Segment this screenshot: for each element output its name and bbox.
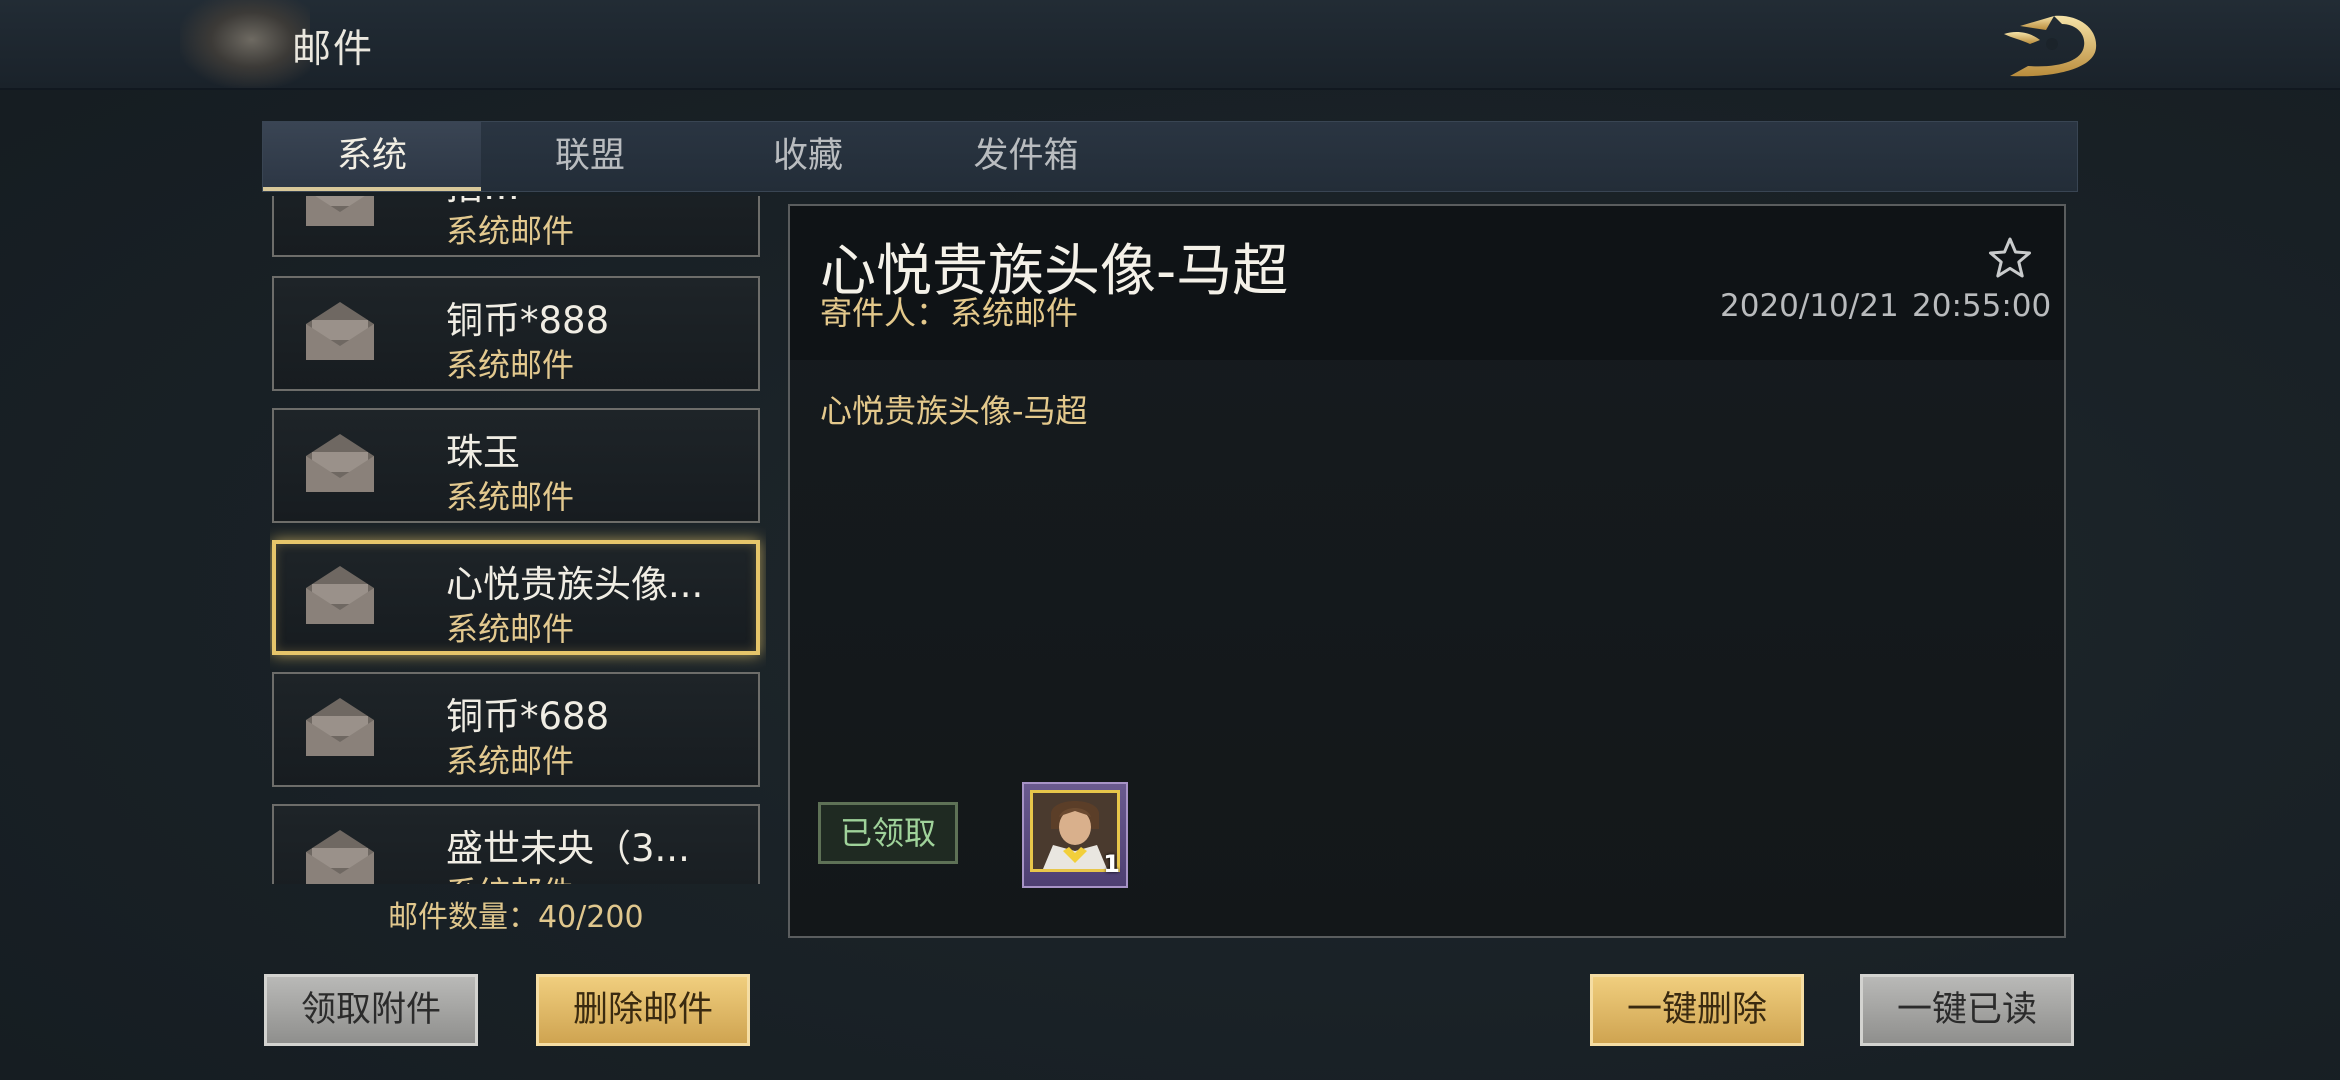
envelope-icon <box>306 566 374 624</box>
mail-list-item[interactable]: 铜币*888 系统邮件 <box>272 276 760 391</box>
mail-detail-header: 心悦贵族头像-马超 寄件人： 系统邮件 2020/10/21 20:55:00 <box>790 206 2064 360</box>
reward-count: 1 <box>1103 850 1120 878</box>
star-icon[interactable] <box>1988 236 2032 280</box>
envelope-icon <box>306 830 374 884</box>
reward-item[interactable]: 1 <box>1022 782 1128 888</box>
mail-body-text: 心悦贵族头像-马超 <box>820 392 1088 430</box>
claim-attachments-button[interactable]: 领取附件 <box>264 974 478 1046</box>
mail-list-item[interactable]: 铜币*688 系统邮件 <box>272 672 760 787</box>
mail-list[interactable]: 招… 系统邮件 铜币*888 系统邮件 珠玉 系统邮件 心悦贵族头像... 系统… <box>270 196 766 884</box>
mail-list-item[interactable]: 盛世未央（3... 系统邮件 <box>272 804 760 884</box>
mail-title: 铜币*888 <box>446 299 610 342</box>
envelope-icon <box>306 196 374 226</box>
envelope-icon <box>306 698 374 756</box>
mail-title: 铜币*688 <box>446 695 610 738</box>
mail-sender: 系统邮件 <box>446 868 574 884</box>
mail-list-item-selected[interactable]: 心悦贵族头像... 系统邮件 <box>272 540 760 655</box>
mail-list-item[interactable]: 招… 系统邮件 <box>272 196 760 257</box>
mail-sender: 系统邮件 <box>446 346 575 384</box>
mail-sender: 系统邮件 <box>446 742 575 780</box>
mail-sender: 系统邮件 <box>446 212 575 250</box>
delete-all-button[interactable]: 一键删除 <box>1590 974 1804 1046</box>
tab-outbox[interactable]: 发件箱 <box>917 122 1135 191</box>
envelope-icon <box>306 434 374 492</box>
mail-tabs: 系统 联盟 收藏 发件箱 <box>262 121 2078 192</box>
mail-title: 心悦贵族头像... <box>446 563 704 606</box>
mail-count-label: 邮件数量： <box>388 900 538 935</box>
sender-name: 系统邮件 <box>950 294 1079 332</box>
mail-count: 邮件数量：40/200 <box>388 892 644 936</box>
sender-label: 寄件人： <box>820 294 949 332</box>
mark-all-read-button[interactable]: 一键已读 <box>1860 974 2074 1046</box>
tab-alliance[interactable]: 联盟 <box>481 122 699 191</box>
mail-title: 珠玉 <box>446 431 520 474</box>
page-title: 邮件 <box>292 27 375 72</box>
mail-count-value: 40/200 <box>538 900 644 935</box>
mail-list-item[interactable]: 珠玉 系统邮件 <box>272 408 760 523</box>
mail-sender: 系统邮件 <box>446 478 575 516</box>
tab-favorites[interactable]: 收藏 <box>699 122 917 191</box>
header-ornament <box>180 0 310 88</box>
claimed-badge: 已领取 <box>818 802 958 864</box>
mail-detail-panel: 心悦贵族头像-马超 寄件人： 系统邮件 2020/10/21 20:55:00 … <box>788 204 2066 938</box>
dragon-logo-icon[interactable] <box>1990 4 2110 84</box>
mail-title: 盛世未央（3... <box>446 827 690 870</box>
mail-sender: 系统邮件 <box>446 610 575 648</box>
mail-date: 2020/10/21 <box>1720 288 1899 324</box>
envelope-icon <box>306 302 374 360</box>
tab-system[interactable]: 系统 <box>263 122 481 191</box>
top-bar: 邮件 <box>0 0 2340 90</box>
mail-time: 20:55:00 <box>1912 288 2052 324</box>
delete-mail-button[interactable]: 删除邮件 <box>536 974 750 1046</box>
